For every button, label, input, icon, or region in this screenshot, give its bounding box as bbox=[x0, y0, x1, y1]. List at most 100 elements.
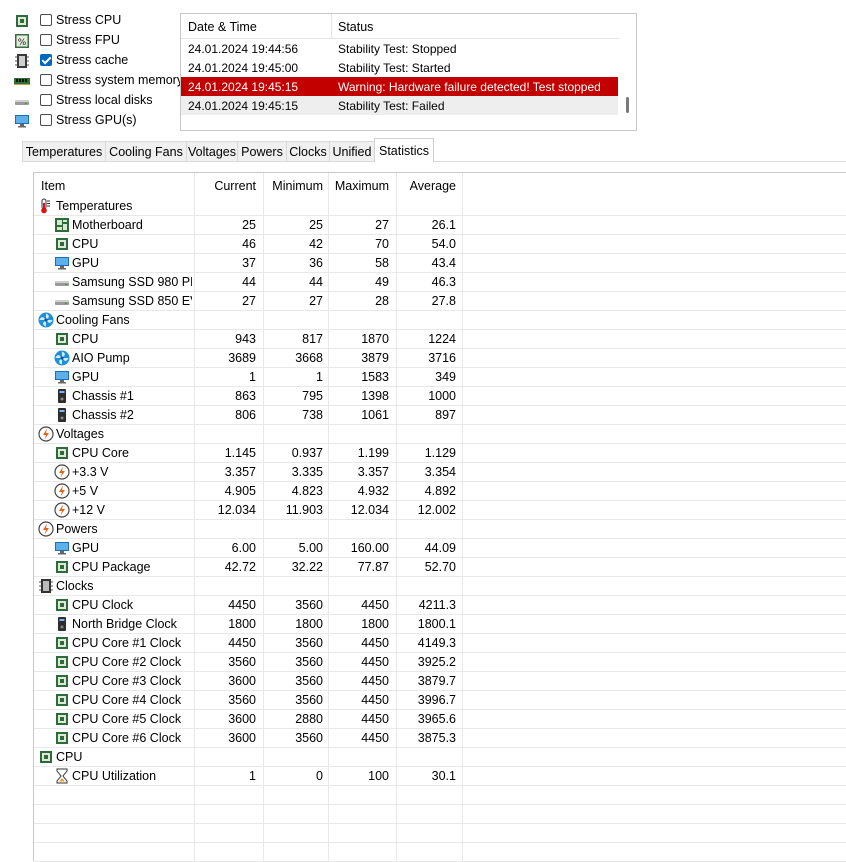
item-name: GPU bbox=[72, 541, 100, 555]
stress-option-label: Stress system memory bbox=[56, 73, 184, 87]
log-row[interactable]: 24.01.2024 19:45:00 Stability Test: Start… bbox=[181, 58, 618, 77]
group-row-cooling-fans[interactable]: Cooling Fans bbox=[34, 311, 846, 330]
average-value: 3.354 bbox=[424, 465, 456, 479]
group-row-cpu[interactable]: CPU bbox=[34, 748, 846, 767]
log-row[interactable]: 24.01.2024 19:45:15 Warning: Hardware fai… bbox=[181, 77, 618, 96]
group-row-clocks[interactable]: Clocks bbox=[34, 577, 846, 596]
table-row[interactable]: CPU Core #5 Clock 3600 2880 4450 3965.6 bbox=[34, 710, 846, 729]
col-current[interactable]: Current bbox=[194, 179, 256, 193]
item-name: +3.3 V bbox=[72, 465, 109, 479]
current-value: 1 bbox=[249, 370, 256, 384]
item-name: CPU Core #1 Clock bbox=[72, 636, 182, 650]
col-average[interactable]: Average bbox=[396, 179, 456, 193]
empty-row bbox=[34, 843, 846, 862]
item-name: +5 V bbox=[72, 484, 99, 498]
table-row[interactable]: Samsung SSD 850 EV... 27 27 28 27.8 bbox=[34, 292, 846, 311]
minimum-value: 3560 bbox=[295, 598, 323, 612]
item-name: CPU bbox=[72, 332, 99, 346]
cpu-icon bbox=[54, 730, 70, 746]
table-row[interactable]: CPU 943 817 1870 1224 bbox=[34, 330, 846, 349]
stress-option-0[interactable]: Stress CPU bbox=[14, 12, 184, 30]
table-row[interactable]: GPU 6.00 5.00 160.00 44.09 bbox=[34, 539, 846, 558]
table-row[interactable]: CPU Core #1 Clock 4450 3560 4450 4149.3 bbox=[34, 634, 846, 653]
log-header-status[interactable]: Status bbox=[338, 20, 373, 34]
log-scrollbar-thumb[interactable] bbox=[626, 97, 629, 113]
stress-checkbox[interactable] bbox=[40, 54, 52, 66]
item-name: Chassis #2 bbox=[72, 408, 134, 422]
table-row[interactable]: CPU Clock 4450 3560 4450 4211.3 bbox=[34, 596, 846, 615]
tab-voltages[interactable]: Voltages bbox=[186, 141, 238, 161]
stress-checkbox[interactable] bbox=[40, 114, 52, 126]
group-name: Cooling Fans bbox=[56, 313, 130, 327]
table-row[interactable]: CPU Utilization 1 0 100 30.1 bbox=[34, 767, 846, 786]
item-name: CPU Core bbox=[72, 446, 129, 460]
table-row[interactable]: +3.3 V 3.357 3.335 3.357 3.354 bbox=[34, 463, 846, 482]
table-row[interactable]: Chassis #1 863 795 1398 1000 bbox=[34, 387, 846, 406]
group-row-powers[interactable]: Powers bbox=[34, 520, 846, 539]
tab-statistics[interactable]: Statistics bbox=[374, 138, 434, 162]
stress-checkbox[interactable] bbox=[40, 94, 52, 106]
log-row[interactable]: 24.01.2024 19:45:15 Stability Test: Faile… bbox=[181, 96, 618, 115]
group-row-temperatures[interactable]: Temperatures bbox=[34, 197, 846, 216]
table-row[interactable]: AIO Pump 3689 3668 3879 3716 bbox=[34, 349, 846, 368]
tab-clocks[interactable]: Clocks bbox=[286, 141, 330, 161]
average-value: 349 bbox=[435, 370, 456, 384]
stress-option-2[interactable]: Stress cache bbox=[14, 52, 184, 70]
minimum-value: 2880 bbox=[295, 712, 323, 726]
table-row[interactable]: CPU Core #4 Clock 3560 3560 4450 3996.7 bbox=[34, 691, 846, 710]
col-item[interactable]: Item bbox=[41, 179, 65, 193]
cpu-icon bbox=[54, 673, 70, 689]
table-row[interactable]: CPU Core 1.145 0.937 1.199 1.129 bbox=[34, 444, 846, 463]
table-row[interactable]: North Bridge Clock 1800 1800 1800 1800.1 bbox=[34, 615, 846, 634]
item-name: +12 V bbox=[72, 503, 106, 517]
minimum-value: 5.00 bbox=[298, 541, 323, 555]
log-row[interactable]: 24.01.2024 19:44:56 Stability Test: Stopp… bbox=[181, 39, 618, 58]
voltage-icon bbox=[38, 521, 54, 537]
tab-powers[interactable]: Powers bbox=[237, 141, 287, 161]
tab-temperatures[interactable]: Temperatures bbox=[22, 141, 106, 161]
table-row[interactable]: Motherboard 25 25 27 26.1 bbox=[34, 216, 846, 235]
stress-option-5[interactable]: Stress GPU(s) bbox=[14, 112, 184, 130]
log-scrollbar[interactable] bbox=[619, 14, 636, 130]
table-row[interactable]: CPU Core #6 Clock 3600 3560 4450 3875.3 bbox=[34, 729, 846, 748]
log-header-datetime[interactable]: Date & Time bbox=[188, 20, 257, 34]
minimum-value: 1 bbox=[316, 370, 323, 384]
stress-option-4[interactable]: Stress local disks bbox=[14, 92, 184, 110]
minimum-value: 44 bbox=[309, 275, 323, 289]
col-minimum[interactable]: Minimum bbox=[263, 179, 323, 193]
empty-row bbox=[34, 786, 846, 805]
item-name: North Bridge Clock bbox=[72, 617, 177, 631]
tab-unified[interactable]: Unified bbox=[329, 141, 375, 161]
item-name: GPU bbox=[72, 370, 100, 384]
table-row[interactable]: CPU Package 42.72 32.22 77.87 52.70 bbox=[34, 558, 846, 577]
current-value: 3600 bbox=[228, 674, 256, 688]
group-row-voltages[interactable]: Voltages bbox=[34, 425, 846, 444]
item-name: CPU Core #3 Clock bbox=[72, 674, 182, 688]
stress-option-1[interactable]: % Stress FPU bbox=[14, 32, 184, 50]
current-value: 3560 bbox=[228, 693, 256, 707]
table-row[interactable]: GPU 37 36 58 43.4 bbox=[34, 254, 846, 273]
tab-cooling-fans[interactable]: Cooling Fans bbox=[105, 141, 187, 161]
stress-checkbox[interactable] bbox=[40, 34, 52, 46]
voltage-icon bbox=[54, 483, 70, 499]
log-datetime: 24.01.2024 19:44:56 bbox=[188, 42, 299, 56]
maximum-value: 49 bbox=[375, 275, 389, 289]
table-row[interactable]: +12 V 12.034 11.903 12.034 12.002 bbox=[34, 501, 846, 520]
chassis-icon bbox=[54, 407, 70, 423]
average-value: 3879.7 bbox=[417, 674, 456, 688]
current-value: 44 bbox=[242, 275, 256, 289]
stress-option-3[interactable]: Stress system memory bbox=[14, 72, 184, 90]
table-row[interactable]: +5 V 4.905 4.823 4.932 4.892 bbox=[34, 482, 846, 501]
table-row[interactable]: CPU 46 42 70 54.0 bbox=[34, 235, 846, 254]
col-maximum[interactable]: Maximum bbox=[328, 179, 389, 193]
table-row[interactable]: GPU 1 1 1583 349 bbox=[34, 368, 846, 387]
table-row[interactable]: Samsung SSD 980 PR... 44 44 49 46.3 bbox=[34, 273, 846, 292]
stress-checkbox[interactable] bbox=[40, 74, 52, 86]
item-name: CPU bbox=[72, 237, 99, 251]
table-row[interactable]: Chassis #2 806 738 1061 897 bbox=[34, 406, 846, 425]
current-value: 806 bbox=[235, 408, 256, 422]
current-value: 27 bbox=[242, 294, 256, 308]
table-row[interactable]: CPU Core #3 Clock 3600 3560 4450 3879.7 bbox=[34, 672, 846, 691]
table-row[interactable]: CPU Core #2 Clock 3560 3560 4450 3925.2 bbox=[34, 653, 846, 672]
stress-checkbox[interactable] bbox=[40, 14, 52, 26]
